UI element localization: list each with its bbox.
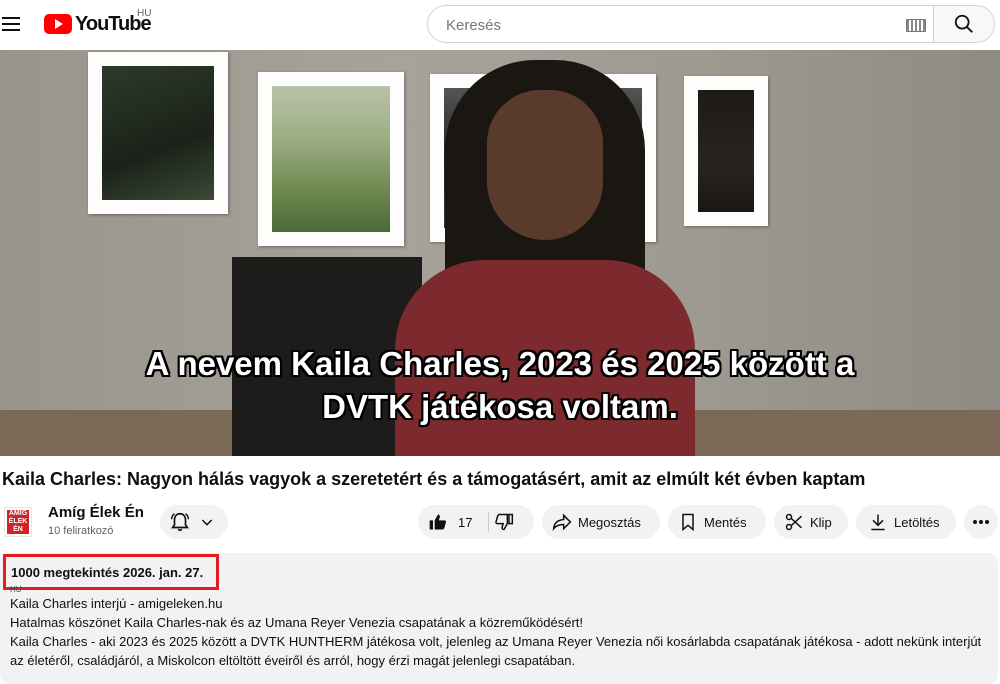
hashtag-fragment[interactable]: HU (10, 586, 995, 594)
like-icon[interactable] (428, 512, 448, 532)
chevron-down-icon (201, 519, 213, 526)
clip-label: Klip (810, 514, 832, 530)
description-line-1: Kaila Charles interjú - amigeleken.hu (10, 596, 223, 611)
bell-icon (171, 512, 189, 532)
search-icon (954, 14, 973, 33)
view-count-date: 1000 megtekintés 2026. jan. 27. (11, 565, 204, 580)
search-bar (427, 5, 995, 43)
country-code: HU (137, 8, 152, 19)
keyboard-icon[interactable] (906, 19, 926, 32)
subtitle-line-2: DVTK játékosa voltam. (322, 388, 678, 425)
clip-button[interactable]: Klip (774, 505, 848, 539)
notification-button[interactable] (160, 505, 228, 539)
download-icon (871, 514, 885, 531)
video-title: Kaila Charles: Nagyon hálás vagyok a sze… (2, 469, 866, 489)
share-button[interactable]: Megosztás (542, 505, 660, 539)
subscriber-count: 10 feliratkozó (48, 525, 114, 537)
top-bar: YouTube HU (0, 0, 1000, 50)
youtube-logo[interactable]: YouTube (44, 12, 152, 36)
save-label: Mentés (704, 514, 747, 530)
play-logo-icon (44, 14, 72, 34)
description-line-3: Kaila Charles - aki 2023 és 2025 között … (10, 634, 982, 649)
more-actions-button[interactable] (964, 505, 998, 539)
channel-name[interactable]: Amíg Élek Én (48, 504, 144, 521)
subtitle-line-1: A nevem Kaila Charles, 2023 és 2025 közö… (145, 345, 855, 382)
channel-avatar[interactable]: AMÍG ÉLEK ÉN (4, 507, 32, 537)
description-line-2: Hatalmas köszönet Kaila Charles-nak és a… (10, 615, 584, 630)
search-button[interactable] (933, 5, 995, 43)
wall-picture-2 (258, 72, 404, 246)
avatar-logo: AMÍG ÉLEK ÉN (7, 510, 29, 534)
save-button[interactable]: Mentés (668, 505, 766, 539)
share-label: Megosztás (578, 514, 641, 530)
share-icon (552, 513, 572, 532)
search-input[interactable] (444, 14, 888, 36)
like-divider (488, 512, 489, 532)
download-label: Letöltés (894, 514, 940, 530)
menu-icon[interactable] (2, 14, 22, 32)
wall-picture-4 (684, 76, 768, 226)
scissors-icon (785, 513, 803, 531)
dislike-icon[interactable] (494, 512, 514, 532)
download-button[interactable]: Letöltés (856, 505, 956, 539)
description-text: HU Kaila Charles interjú - amigeleken.hu… (10, 586, 995, 670)
like-dislike-group: 17 (418, 505, 534, 539)
like-count: 17 (458, 514, 473, 530)
video-player[interactable]: A nevem Kaila Charles, 2023 és 2025 közö… (0, 50, 1000, 456)
video-subtitle: A nevem Kaila Charles, 2023 és 2025 közö… (0, 342, 1000, 428)
wall-picture-1 (88, 52, 228, 214)
more-horizontal-icon (973, 520, 989, 524)
description-line-4: az életéről, családjáról, a Miskolcon el… (10, 653, 576, 668)
bookmark-icon (682, 513, 694, 532)
search-box (427, 5, 934, 43)
